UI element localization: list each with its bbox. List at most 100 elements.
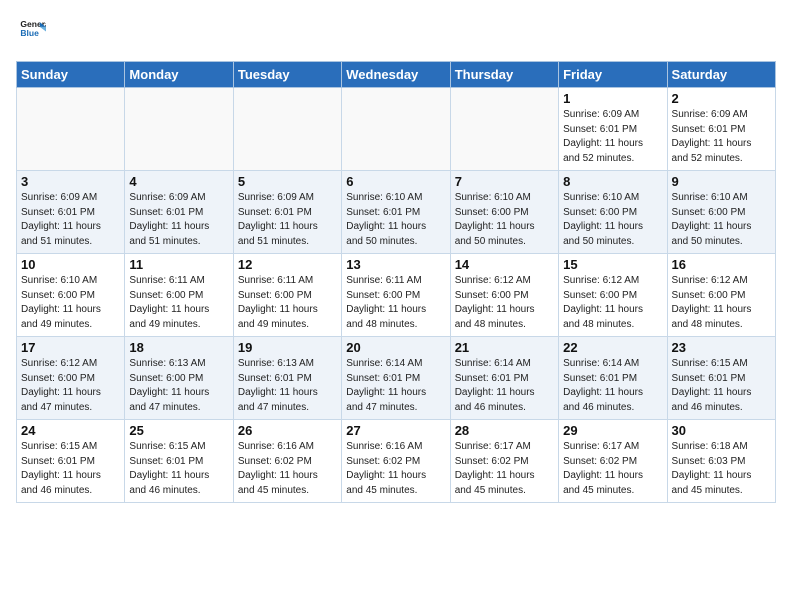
weekday-header-monday: Monday bbox=[125, 62, 233, 88]
calendar-cell: 21 Sunrise: 6:14 AM Sunset: 6:01 PM Dayli… bbox=[450, 337, 558, 420]
day-info: Sunrise: 6:09 AM Sunset: 6:01 PM Dayligh… bbox=[129, 191, 228, 249]
header: General Blue bbox=[16, 16, 776, 49]
weekday-header-sunday: Sunday bbox=[17, 62, 125, 88]
day-info: Sunrise: 6:15 AM Sunset: 6:01 PM Dayligh… bbox=[129, 440, 228, 498]
calendar-cell: 7 Sunrise: 6:10 AM Sunset: 6:00 PM Daylig… bbox=[450, 171, 558, 254]
day-number: 21 bbox=[455, 340, 554, 355]
svg-text:Blue: Blue bbox=[20, 28, 39, 38]
calendar-cell: 8 Sunrise: 6:10 AM Sunset: 6:00 PM Daylig… bbox=[559, 171, 667, 254]
calendar-cell: 28 Sunrise: 6:17 AM Sunset: 6:02 PM Dayli… bbox=[450, 420, 558, 503]
calendar-week-0: 1 Sunrise: 6:09 AM Sunset: 6:01 PM Daylig… bbox=[17, 88, 776, 171]
calendar-cell: 11Sunrise: 6:11 AM Sunset: 6:00 PM Dayli… bbox=[125, 254, 233, 337]
calendar-week-4: 24Sunrise: 6:15 AM Sunset: 6:01 PM Dayli… bbox=[17, 420, 776, 503]
calendar-cell: 6 Sunrise: 6:10 AM Sunset: 6:01 PM Daylig… bbox=[342, 171, 450, 254]
calendar-cell: 1Sunrise: 6:09 AM Sunset: 6:01 PM Daylig… bbox=[559, 88, 667, 171]
calendar-cell: 9 Sunrise: 6:10 AM Sunset: 6:00 PM Daylig… bbox=[667, 171, 775, 254]
day-number: 3 bbox=[21, 174, 120, 189]
day-info: Sunrise: 6:10 AM Sunset: 6:00 PM Dayligh… bbox=[455, 191, 554, 249]
calendar-cell: 10 Sunrise: 6:10 AM Sunset: 6:00 PM Dayli… bbox=[17, 254, 125, 337]
weekday-header-friday: Friday bbox=[559, 62, 667, 88]
day-number: 11 bbox=[129, 257, 228, 272]
day-number: 4 bbox=[129, 174, 228, 189]
weekday-header-wednesday: Wednesday bbox=[342, 62, 450, 88]
day-info: Sunrise: 6:15 AM Sunset: 6:01 PM Dayligh… bbox=[672, 357, 771, 415]
day-number: 25 bbox=[129, 423, 228, 438]
day-number: 16 bbox=[672, 257, 771, 272]
day-info: Sunrise: 6:15 AM Sunset: 6:01 PM Dayligh… bbox=[21, 440, 120, 498]
day-info: Sunrise: 6:11 AM Sunset: 6:00 PM Dayligh… bbox=[238, 274, 337, 332]
day-info: Sunrise: 6:12 AM Sunset: 6:00 PM Dayligh… bbox=[563, 274, 662, 332]
day-number: 10 bbox=[21, 257, 120, 272]
calendar-cell bbox=[125, 88, 233, 171]
day-info: Sunrise: 6:09 AM Sunset: 6:01 PM Dayligh… bbox=[672, 108, 771, 166]
day-number: 29 bbox=[563, 423, 662, 438]
day-number: 1 bbox=[563, 91, 662, 106]
weekday-header-row: SundayMondayTuesdayWednesdayThursdayFrid… bbox=[17, 62, 776, 88]
calendar-cell: 25 Sunrise: 6:15 AM Sunset: 6:01 PM Dayli… bbox=[125, 420, 233, 503]
day-info: Sunrise: 6:10 AM Sunset: 6:00 PM Dayligh… bbox=[672, 191, 771, 249]
calendar-cell: 13 Sunrise: 6:11 AM Sunset: 6:00 PM Dayli… bbox=[342, 254, 450, 337]
calendar-cell: 4 Sunrise: 6:09 AM Sunset: 6:01 PM Daylig… bbox=[125, 171, 233, 254]
calendar-cell: 26 Sunrise: 6:16 AM Sunset: 6:02 PM Dayli… bbox=[233, 420, 341, 503]
day-number: 8 bbox=[563, 174, 662, 189]
day-info: Sunrise: 6:09 AM Sunset: 6:01 PM Dayligh… bbox=[238, 191, 337, 249]
day-number: 18 bbox=[129, 340, 228, 355]
calendar-cell: 18Sunrise: 6:13 AM Sunset: 6:00 PM Dayli… bbox=[125, 337, 233, 420]
calendar-cell bbox=[17, 88, 125, 171]
day-number: 9 bbox=[672, 174, 771, 189]
day-number: 23 bbox=[672, 340, 771, 355]
day-number: 14 bbox=[455, 257, 554, 272]
calendar-cell: 12 Sunrise: 6:11 AM Sunset: 6:00 PM Dayli… bbox=[233, 254, 341, 337]
weekday-header-tuesday: Tuesday bbox=[233, 62, 341, 88]
day-number: 2 bbox=[672, 91, 771, 106]
day-number: 28 bbox=[455, 423, 554, 438]
day-info: Sunrise: 6:10 AM Sunset: 6:00 PM Dayligh… bbox=[21, 274, 120, 332]
calendar-cell: 27 Sunrise: 6:16 AM Sunset: 6:02 PM Dayli… bbox=[342, 420, 450, 503]
day-number: 17 bbox=[21, 340, 120, 355]
day-info: Sunrise: 6:12 AM Sunset: 6:00 PM Dayligh… bbox=[21, 357, 120, 415]
day-info: Sunrise: 6:16 AM Sunset: 6:02 PM Dayligh… bbox=[238, 440, 337, 498]
day-number: 6 bbox=[346, 174, 445, 189]
calendar-cell: 29 Sunrise: 6:17 AM Sunset: 6:02 PM Dayli… bbox=[559, 420, 667, 503]
day-info: Sunrise: 6:17 AM Sunset: 6:02 PM Dayligh… bbox=[563, 440, 662, 498]
day-info: Sunrise: 6:14 AM Sunset: 6:01 PM Dayligh… bbox=[455, 357, 554, 415]
calendar-cell: 20 Sunrise: 6:14 AM Sunset: 6:01 PM Dayli… bbox=[342, 337, 450, 420]
calendar-cell: 15 Sunrise: 6:12 AM Sunset: 6:00 PM Dayli… bbox=[559, 254, 667, 337]
day-info: Sunrise: 6:09 AM Sunset: 6:01 PM Dayligh… bbox=[21, 191, 120, 249]
day-number: 22 bbox=[563, 340, 662, 355]
calendar-cell bbox=[233, 88, 341, 171]
calendar-body: 1 Sunrise: 6:09 AM Sunset: 6:01 PM Daylig… bbox=[17, 88, 776, 503]
calendar-cell: 24Sunrise: 6:15 AM Sunset: 6:01 PM Dayli… bbox=[17, 420, 125, 503]
day-info: Sunrise: 6:10 AM Sunset: 6:00 PM Dayligh… bbox=[563, 191, 662, 249]
day-number: 19 bbox=[238, 340, 337, 355]
day-info: Sunrise: 6:11 AM Sunset: 6:00 PM Dayligh… bbox=[346, 274, 445, 332]
calendar-cell bbox=[450, 88, 558, 171]
day-number: 7 bbox=[455, 174, 554, 189]
day-number: 5 bbox=[238, 174, 337, 189]
calendar-cell: 16Sunrise: 6:12 AM Sunset: 6:00 PM Dayli… bbox=[667, 254, 775, 337]
day-number: 26 bbox=[238, 423, 337, 438]
calendar-week-1: 3 Sunrise: 6:09 AM Sunset: 6:01 PM Daylig… bbox=[17, 171, 776, 254]
day-info: Sunrise: 6:18 AM Sunset: 6:03 PM Dayligh… bbox=[672, 440, 771, 498]
day-number: 30 bbox=[672, 423, 771, 438]
calendar-cell: 3 Sunrise: 6:09 AM Sunset: 6:01 PM Daylig… bbox=[17, 171, 125, 254]
day-number: 20 bbox=[346, 340, 445, 355]
day-number: 12 bbox=[238, 257, 337, 272]
day-info: Sunrise: 6:10 AM Sunset: 6:01 PM Dayligh… bbox=[346, 191, 445, 249]
day-info: Sunrise: 6:14 AM Sunset: 6:01 PM Dayligh… bbox=[563, 357, 662, 415]
day-number: 27 bbox=[346, 423, 445, 438]
calendar-table: SundayMondayTuesdayWednesdayThursdayFrid… bbox=[16, 61, 776, 503]
calendar-week-3: 17 Sunrise: 6:12 AM Sunset: 6:00 PM Dayli… bbox=[17, 337, 776, 420]
day-number: 15 bbox=[563, 257, 662, 272]
day-info: Sunrise: 6:17 AM Sunset: 6:02 PM Dayligh… bbox=[455, 440, 554, 498]
calendar-cell bbox=[342, 88, 450, 171]
day-number: 13 bbox=[346, 257, 445, 272]
calendar-cell: 2 Sunrise: 6:09 AM Sunset: 6:01 PM Daylig… bbox=[667, 88, 775, 171]
day-info: Sunrise: 6:13 AM Sunset: 6:01 PM Dayligh… bbox=[238, 357, 337, 415]
page: General Blue SundayMondayTuesdayWednesda… bbox=[0, 0, 792, 511]
day-info: Sunrise: 6:14 AM Sunset: 6:01 PM Dayligh… bbox=[346, 357, 445, 415]
calendar-cell: 23 Sunrise: 6:15 AM Sunset: 6:01 PM Dayli… bbox=[667, 337, 775, 420]
calendar-cell: 17 Sunrise: 6:12 AM Sunset: 6:00 PM Dayli… bbox=[17, 337, 125, 420]
day-info: Sunrise: 6:16 AM Sunset: 6:02 PM Dayligh… bbox=[346, 440, 445, 498]
logo: General Blue bbox=[16, 16, 46, 49]
